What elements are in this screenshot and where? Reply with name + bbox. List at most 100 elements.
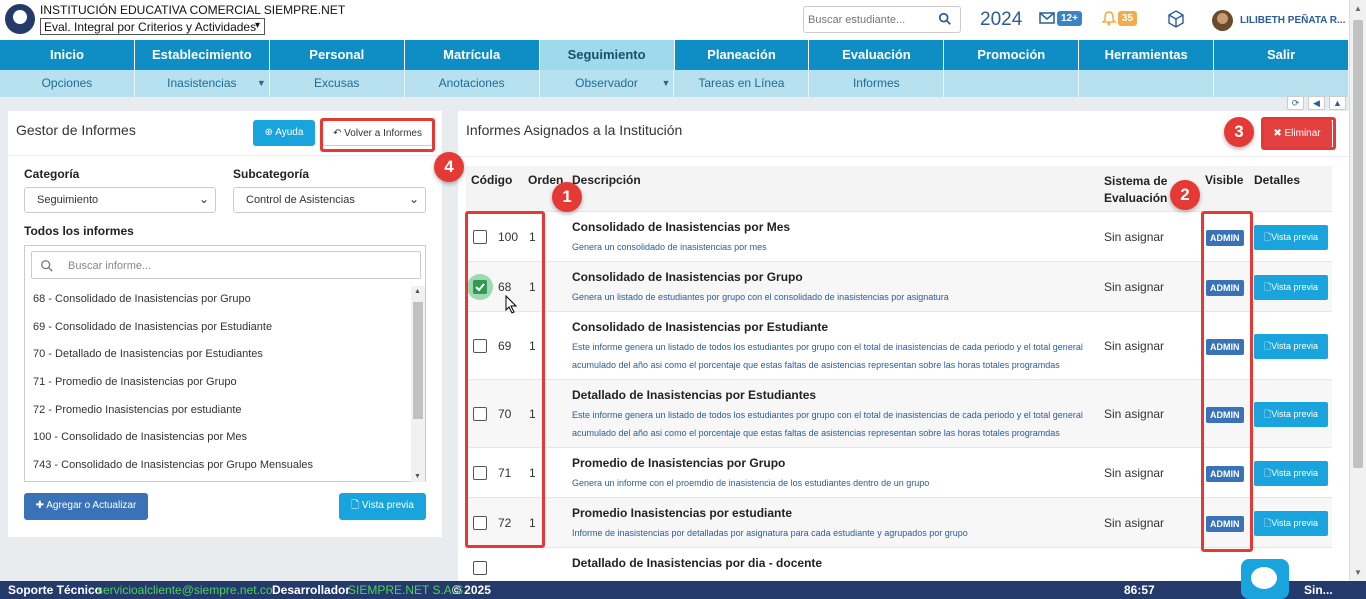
report-list-item[interactable]: 100 - Consolidado de Inasistencias por M… (25, 424, 409, 452)
mail-icon[interactable] (1039, 12, 1055, 24)
caret-down-icon[interactable]: ▼ (257, 70, 266, 97)
help-button[interactable]: ⊕ Ayuda (253, 120, 315, 146)
subnav-label: Anotaciones (438, 76, 505, 90)
evaluation-system-select[interactable]: Eval. Integral por Criterios y Actividad… (40, 18, 265, 35)
chevron-down-icon: ▾ (254, 20, 260, 31)
support-email-link[interactable]: servicioalcliente@siempre.net.co (97, 583, 273, 597)
assigned-reports-title: Informes Asignados a la Institución (466, 122, 683, 138)
nav-item-herramientas[interactable]: Herramientas (1079, 40, 1215, 70)
annotation-box-visible (1201, 211, 1253, 552)
row-report-description: Informe de inasistencias por detalladas … (572, 528, 968, 538)
row-preview-button[interactable]: 🗋Vista previa (1254, 225, 1328, 250)
report-list-item[interactable]: 69 - Consolidado de Inasistencias por Es… (25, 314, 409, 342)
student-search[interactable] (803, 6, 961, 33)
subnav-item-opciones[interactable]: Opciones (0, 70, 135, 97)
school-year[interactable]: 2024 (980, 9, 1022, 31)
report-list-item[interactable]: 71 - Promedio de Inasistencias por Grupo (25, 369, 409, 397)
row-preview-button[interactable]: 🗋Vista previa (1254, 511, 1328, 536)
category-value: Seguimiento (37, 194, 99, 206)
row-checkbox[interactable] (473, 561, 487, 575)
nav-item-seguimiento[interactable]: Seguimiento (539, 40, 675, 70)
subcategory-select[interactable]: Control de Asistencias ⌄ (233, 187, 426, 213)
scroll-down-icon[interactable]: ▼ (414, 473, 421, 480)
scroll-up-icon[interactable]: ▲ (414, 288, 421, 295)
mouse-cursor-icon (505, 295, 517, 314)
nav-item-salir[interactable]: Salir (1214, 40, 1350, 70)
row-preview-button[interactable]: 🗋Vista previa (1254, 402, 1328, 427)
reports-list-scrollbar[interactable]: ▲ ▼ (411, 286, 425, 482)
student-search-input[interactable] (804, 7, 930, 32)
chevron-down-icon: ⌄ (408, 192, 419, 206)
row-report-title: Consolidado de Inasistencias por Estudia… (572, 320, 829, 334)
annotation-box-code-order (465, 211, 545, 548)
report-search-field[interactable]: Buscar informe... (31, 251, 421, 279)
report-manager-panel: Gestor de Informes ⊕ Ayuda ↶ Volver a In… (8, 111, 442, 537)
category-select[interactable]: Seguimiento ⌄ (24, 187, 216, 213)
user-name[interactable]: LILIBETH PEÑATA R... (1240, 15, 1345, 26)
row-eval-system: Sin asignar (1104, 230, 1165, 244)
chat-bubble-icon[interactable] (1241, 559, 1289, 599)
search-icon[interactable] (938, 12, 952, 26)
row-preview-button[interactable]: 🗋Vista previa (1254, 275, 1328, 300)
nav-item-establecimiento[interactable]: Establecimiento (135, 40, 270, 70)
nav-item-promocion[interactable]: Promoción (944, 40, 1080, 70)
user-avatar[interactable] (1212, 10, 1233, 31)
column-description[interactable]: Descripción (572, 173, 641, 187)
column-code[interactable]: Código (471, 173, 512, 187)
nav-item-planeacion[interactable]: Planeación (675, 40, 810, 70)
nav-item-matricula[interactable]: Matrícula (405, 40, 540, 70)
subcategory-value: Control de Asistencias (246, 194, 355, 206)
subnav-item-tareas-en-linea[interactable]: Tareas en Línea (674, 70, 810, 97)
scroll-top-icon[interactable]: ▲ (1329, 96, 1346, 110)
subnav-item-anotaciones[interactable]: Anotaciones (405, 70, 540, 97)
page-scrollbar[interactable]: ▲ ▼ (1349, 0, 1366, 581)
row-report-description: Este informe genera un listado de todos … (572, 410, 1083, 438)
left-preview-button[interactable]: 🗋 Vista previa (339, 493, 426, 520)
developer-link[interactable]: SIEMPRE.NET S.A.S (348, 583, 463, 597)
nav-item-inicio[interactable]: Inicio (0, 40, 135, 70)
mail-count-badge[interactable]: 12+ (1057, 11, 1082, 26)
nav-item-evaluacion[interactable]: Evaluación (809, 40, 945, 70)
refresh-icon[interactable]: ⟳ (1287, 96, 1304, 110)
scroll-down-icon[interactable]: ▼ (1354, 568, 1362, 577)
add-or-update-button[interactable]: ✚ Agregar o Actualizar (24, 493, 148, 520)
annotation-box-delete (1261, 117, 1336, 150)
notification-count-badge[interactable]: 35 (1118, 11, 1138, 26)
bell-icon[interactable] (1101, 10, 1117, 26)
subnav-item-inasistencias[interactable]: Inasistencias ▼ (135, 70, 270, 97)
subnav-label: Observador (575, 76, 638, 90)
page-scroll-thumb[interactable] (1353, 20, 1363, 468)
row-eval-system: Sin asignar (1104, 407, 1165, 421)
row-preview-button[interactable]: 🗋Vista previa (1254, 334, 1328, 359)
scroll-thumb[interactable] (413, 302, 423, 419)
subnav-item-observador[interactable]: Observador ▼ (540, 70, 675, 97)
institution-logo (5, 4, 35, 34)
row-preview-button[interactable]: 🗋Vista previa (1254, 461, 1328, 486)
evaluation-system-value: Eval. Integral por Criterios y Actividad… (44, 20, 257, 34)
back-icon[interactable]: ◀ (1308, 96, 1325, 110)
scroll-up-icon[interactable]: ▲ (1354, 4, 1362, 13)
callout-number: 1 (552, 182, 582, 212)
report-manager-title: Gestor de Informes (16, 122, 136, 138)
report-list-item[interactable]: 70 - Detallado de Inasistencias por Estu… (25, 341, 409, 369)
row-report-description: Este informe genera un listado de todos … (572, 342, 1083, 370)
row-report-title: Consolidado de Inasistencias por Grupo (572, 270, 803, 284)
cube-icon[interactable] (1167, 10, 1185, 28)
column-details[interactable]: Detalles (1254, 173, 1300, 187)
subnav-item-excusas[interactable]: Excusas (270, 70, 405, 97)
row-eval-system: Sin asignar (1104, 280, 1165, 294)
chevron-down-icon: ⌄ (198, 192, 209, 206)
main-navigation: Inicio Establecimiento Personal Matrícula Se… (0, 40, 1350, 70)
nav-item-personal[interactable]: Personal (270, 40, 405, 70)
caret-down-icon[interactable]: ▼ (662, 70, 671, 97)
row-report-description: Genera un listado de estudiantes por gru… (572, 292, 949, 302)
row-report-title: Promedio de Inasistencias por Grupo (572, 456, 786, 470)
report-list-item[interactable]: 743 - Consolidado de Inasistencias por G… (25, 452, 409, 480)
all-reports-label: Todos los informes (24, 224, 134, 238)
subnav-label: Informes (852, 76, 900, 90)
report-list-item[interactable]: 72 - Promedio Inasistencias por estudian… (25, 397, 409, 425)
report-list-item[interactable]: 68 - Consolidado de Inasistencias por Gr… (25, 286, 409, 314)
subnav-item-informes[interactable]: Informes (809, 70, 945, 97)
subnav-empty (1214, 70, 1349, 97)
column-visible[interactable]: Visible (1205, 173, 1243, 187)
